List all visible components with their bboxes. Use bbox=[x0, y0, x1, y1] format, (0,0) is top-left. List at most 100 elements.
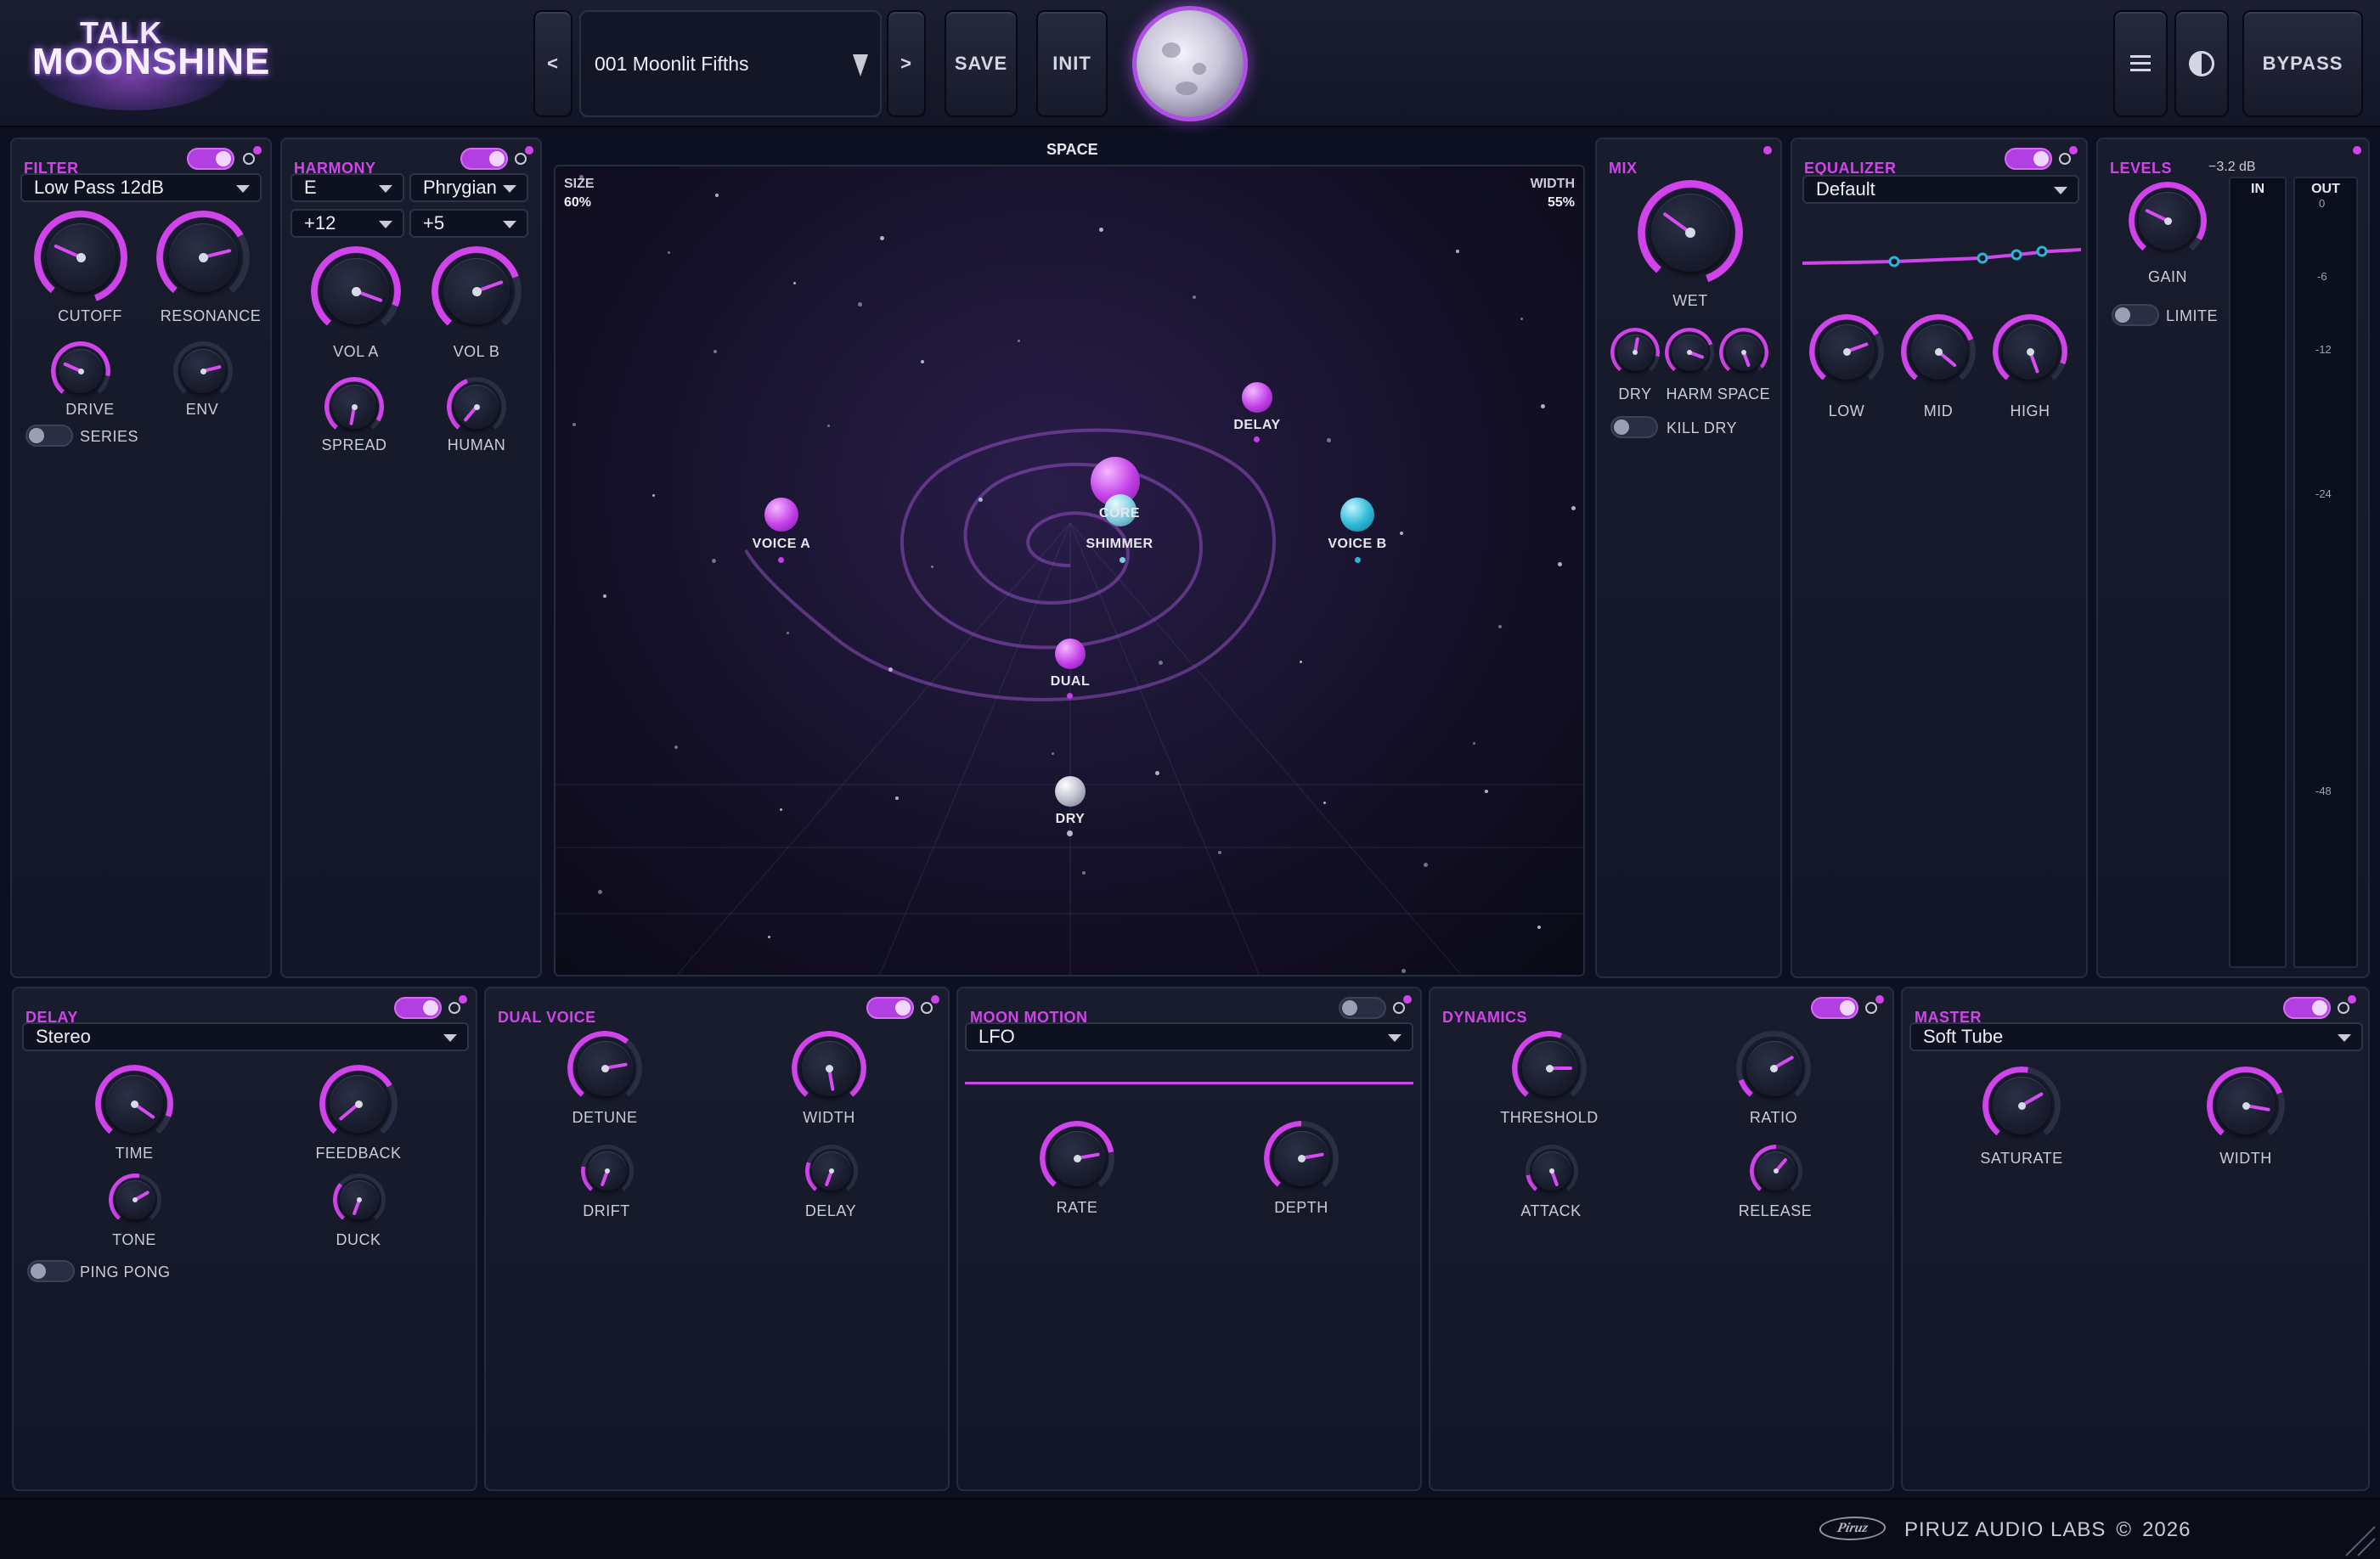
lfo-shape-select[interactable]: LFO bbox=[965, 1022, 1413, 1051]
preset-name: 001 Moonlit Fifths bbox=[595, 52, 749, 75]
tone-knob[interactable] bbox=[109, 1173, 161, 1226]
preset-dropdown-icon[interactable] bbox=[853, 54, 868, 76]
drift-knob[interactable] bbox=[581, 1145, 634, 1197]
key-select[interactable]: E bbox=[290, 173, 404, 202]
init-button[interactable]: INIT bbox=[1036, 10, 1108, 117]
gain-knob[interactable] bbox=[2129, 182, 2207, 260]
filter-enable-toggle[interactable] bbox=[187, 148, 234, 170]
harmony-enable-toggle[interactable] bbox=[460, 148, 508, 170]
harmony-power-icon[interactable] bbox=[515, 153, 527, 165]
eq-low-knob[interactable] bbox=[1809, 314, 1884, 389]
dual-voice-power-icon[interactable] bbox=[921, 1002, 933, 1014]
theme-button[interactable] bbox=[2174, 10, 2229, 117]
drive-knob[interactable] bbox=[51, 341, 110, 401]
filter-type-value: Low Pass 12dB bbox=[34, 177, 164, 198]
eq-curve[interactable] bbox=[1802, 231, 2083, 282]
delay-node[interactable] bbox=[1242, 382, 1272, 413]
delay-node-marker bbox=[1254, 436, 1260, 442]
resize-grip-icon[interactable] bbox=[2343, 1523, 2377, 1557]
duck-knob[interactable] bbox=[333, 1173, 386, 1226]
delay-mode-value: Stereo bbox=[36, 1026, 91, 1047]
delay-panel: DELAY Stereo TIME FEEDBACK TONE DUCK PIN… bbox=[12, 987, 477, 1491]
master-power-icon[interactable] bbox=[2338, 1002, 2349, 1014]
feedback-knob[interactable] bbox=[319, 1065, 398, 1143]
dual-node[interactable] bbox=[1055, 639, 1086, 669]
filter-power-icon[interactable] bbox=[243, 153, 255, 165]
threshold-knob[interactable] bbox=[1512, 1031, 1587, 1106]
resonance-knob[interactable] bbox=[156, 211, 250, 304]
bypass-button[interactable]: BYPASS bbox=[2242, 10, 2363, 117]
space-panel[interactable]: SIZE 60% WIDTH 55% VOICE A CORE SHIMMER … bbox=[554, 165, 1585, 976]
ratio-knob[interactable] bbox=[1736, 1031, 1811, 1106]
equalizer-power-icon[interactable] bbox=[2059, 153, 2071, 165]
delay-enable-toggle[interactable] bbox=[394, 997, 442, 1019]
voice-a-node[interactable] bbox=[764, 498, 798, 532]
voice-b-label: VOICE B bbox=[1328, 537, 1387, 551]
moon-icon[interactable] bbox=[1136, 10, 1244, 117]
preset-selector[interactable]: 001 Moonlit Fifths bbox=[579, 10, 882, 117]
attack-knob[interactable] bbox=[1526, 1145, 1578, 1197]
spread-knob[interactable] bbox=[324, 377, 384, 436]
filter-type-select[interactable]: Low Pass 12dB bbox=[20, 173, 262, 202]
eq-high-label: HIGH bbox=[2010, 402, 2050, 419]
star bbox=[1401, 969, 1406, 973]
interval-a-select[interactable]: +12 bbox=[290, 209, 404, 238]
limiter-toggle[interactable] bbox=[2112, 304, 2159, 326]
threshold-label: THRESHOLD bbox=[1500, 1109, 1599, 1126]
moon-motion-power-icon[interactable] bbox=[1393, 1002, 1405, 1014]
interval-b-select[interactable]: +5 bbox=[409, 209, 528, 238]
env-knob[interactable] bbox=[173, 341, 233, 401]
star bbox=[787, 632, 789, 634]
dual-width-knob[interactable] bbox=[792, 1031, 866, 1106]
interval-a-value: +12 bbox=[304, 212, 336, 234]
kill-dry-toggle[interactable] bbox=[1610, 416, 1658, 438]
dry-mix-knob[interactable] bbox=[1610, 328, 1660, 377]
equalizer-enable-toggle[interactable] bbox=[2005, 148, 2052, 170]
saturate-knob[interactable] bbox=[1982, 1067, 2061, 1145]
master-width-knob[interactable] bbox=[2207, 1067, 2285, 1145]
dual-voice-enable-toggle[interactable] bbox=[866, 997, 914, 1019]
star bbox=[1300, 661, 1302, 663]
contrast-icon bbox=[2189, 51, 2214, 76]
ping-pong-toggle[interactable] bbox=[27, 1260, 75, 1282]
dynamics-power-icon[interactable] bbox=[1865, 1002, 1877, 1014]
dual-delay-knob[interactable] bbox=[805, 1145, 858, 1197]
time-knob[interactable] bbox=[95, 1065, 173, 1143]
chevron-down-icon bbox=[2338, 1034, 2351, 1042]
voice-b-node[interactable] bbox=[1340, 498, 1374, 532]
vol-b-knob[interactable] bbox=[431, 246, 522, 336]
space-mix-knob[interactable] bbox=[1719, 328, 1768, 377]
rate-knob[interactable] bbox=[1040, 1121, 1114, 1196]
moon-motion-enable-toggle[interactable] bbox=[1339, 997, 1386, 1019]
env-label: ENV bbox=[185, 401, 219, 418]
eq-high-knob[interactable] bbox=[1993, 314, 2067, 389]
voice-a-label: VOICE A bbox=[752, 537, 811, 551]
eq-mid-knob[interactable] bbox=[1901, 314, 1976, 389]
eq-preset-select[interactable]: Default bbox=[1802, 175, 2079, 204]
dynamics-enable-toggle[interactable] bbox=[1811, 997, 1858, 1019]
harm-mix-knob[interactable] bbox=[1665, 328, 1714, 377]
next-preset-button[interactable]: > bbox=[887, 10, 926, 117]
eq-mid-point bbox=[1977, 252, 1988, 264]
mode-select[interactable]: Phrygian bbox=[409, 173, 528, 202]
vol-a-knob[interactable] bbox=[311, 246, 401, 336]
release-knob[interactable] bbox=[1750, 1145, 1802, 1197]
master-enable-toggle[interactable] bbox=[2283, 997, 2331, 1019]
dry-node[interactable] bbox=[1055, 776, 1086, 807]
prev-preset-button[interactable]: < bbox=[533, 10, 572, 117]
menu-button[interactable] bbox=[2113, 10, 2168, 117]
series-toggle[interactable] bbox=[25, 425, 73, 447]
human-knob[interactable] bbox=[447, 377, 506, 436]
delay-mode-select[interactable]: Stereo bbox=[22, 1022, 469, 1051]
master-mode-select[interactable]: Soft Tube bbox=[1909, 1022, 2363, 1051]
star bbox=[668, 251, 670, 254]
star bbox=[979, 498, 983, 502]
master-panel: MASTER Soft Tube SATURATE WIDTH bbox=[1901, 987, 2370, 1491]
detune-knob[interactable] bbox=[567, 1031, 642, 1106]
depth-knob[interactable] bbox=[1264, 1121, 1339, 1196]
cutoff-knob[interactable] bbox=[34, 211, 127, 304]
delay-power-icon[interactable] bbox=[448, 1002, 460, 1014]
wet-knob[interactable] bbox=[1638, 180, 1743, 285]
star bbox=[1498, 625, 1502, 628]
save-button[interactable]: SAVE bbox=[945, 10, 1018, 117]
